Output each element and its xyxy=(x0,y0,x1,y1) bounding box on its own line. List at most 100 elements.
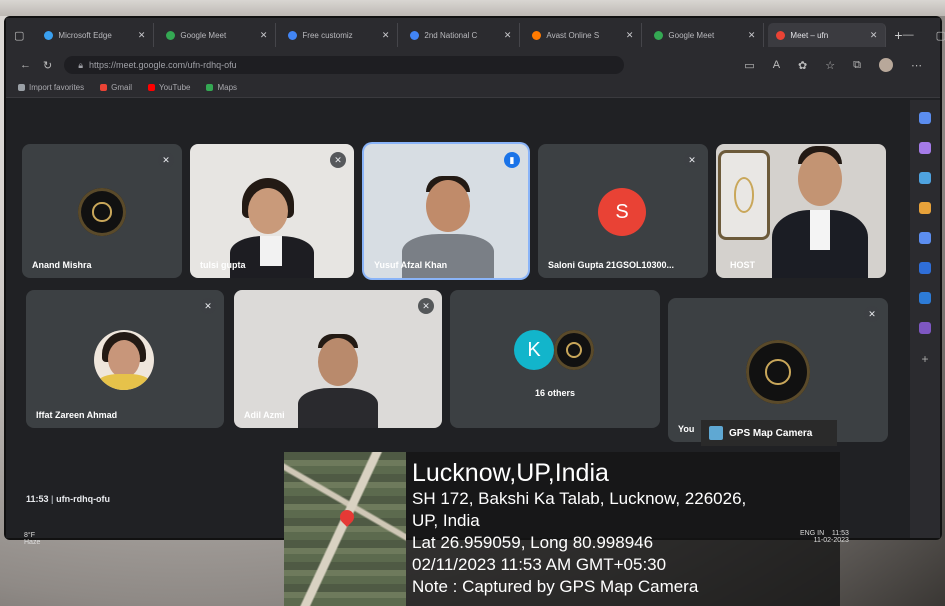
participant-name: Yusuf Afzal Khan xyxy=(374,260,448,270)
gps-camera-icon xyxy=(709,426,723,440)
tab-label: Google Meet xyxy=(668,30,715,40)
url-text: https://meet.google.com/ufn-rdhq-ofu xyxy=(89,60,237,70)
participant-name: Adil Azmi xyxy=(244,410,285,420)
new-tab-button[interactable]: + xyxy=(886,27,902,43)
participant-tile[interactable]: S ✕ Saloni Gupta 21GSOL10300... xyxy=(538,144,708,278)
participant-tile[interactable]: K 16 others xyxy=(450,290,660,428)
region-indicator: IN xyxy=(817,530,825,537)
tab-favicon-icon xyxy=(410,30,420,40)
bookmark-1[interactable]: Gmail xyxy=(100,83,132,92)
tab-4[interactable]: Avast Online S ✕ xyxy=(524,23,643,47)
bookmark-label: Gmail xyxy=(111,83,133,92)
weather-widget[interactable]: 8°F Haze xyxy=(24,532,40,546)
bookmarks-bar: Import favorites Gmail YouTube Maps xyxy=(6,78,940,98)
close-tab-icon[interactable]: ✕ xyxy=(748,30,756,41)
meeting-code[interactable]: ufn-rdhq-ofu xyxy=(56,494,110,504)
map-pin-icon xyxy=(337,507,357,527)
address-input[interactable]: 🔒︎ https://meet.google.com/ufn-rdhq-ofu xyxy=(64,56,625,74)
tab-label: 2nd National C xyxy=(424,30,478,40)
participant-name: tulsi gupta xyxy=(200,260,246,270)
outlook-icon[interactable] xyxy=(919,292,931,304)
tab-0[interactable]: Microsoft Edge ✕ xyxy=(36,23,155,47)
tab-favicon-icon xyxy=(532,30,542,40)
close-tab-icon[interactable]: ✕ xyxy=(504,30,512,41)
speaking-indicator-icon: ▮ xyxy=(504,152,520,168)
extensions-icon[interactable]: ✿ xyxy=(798,59,807,72)
avatar xyxy=(94,330,154,390)
bookmark-0[interactable]: Import favorites xyxy=(18,83,84,92)
language-indicator[interactable]: ENG xyxy=(800,530,815,537)
close-tab-icon[interactable]: ✕ xyxy=(138,30,146,41)
gps-note: Note : Captured by GPS Map Camera xyxy=(412,577,699,596)
participant-tile[interactable]: ✕ Anand Mishra xyxy=(22,144,182,278)
bookmark-icon xyxy=(148,84,156,91)
tab-favicon-icon xyxy=(654,30,664,40)
participant-tile[interactable]: ✕ Iffat Zareen Ahmad xyxy=(26,290,224,428)
refresh-icon[interactable]: ↻ xyxy=(43,59,52,72)
tab-label: Google Meet xyxy=(180,30,227,40)
participant-tile[interactable]: HOST xyxy=(716,144,886,278)
close-tab-icon[interactable]: ✕ xyxy=(382,30,390,41)
university-logo xyxy=(746,340,810,404)
mic-off-icon: ✕ xyxy=(200,298,216,314)
discover-icon[interactable] xyxy=(919,142,931,154)
participant-tile[interactable]: ✕ tulsi gupta xyxy=(190,144,354,278)
avatar: K xyxy=(514,330,554,370)
gps-address: SH 172, Bakshi Ka Talab, Lucknow, 226026… xyxy=(412,489,747,508)
university-logo xyxy=(554,330,594,370)
read-aloud-icon[interactable]: A xyxy=(773,59,780,71)
camera-icon[interactable]: ▭ xyxy=(744,59,754,72)
collections-icon[interactable]: ⧉ xyxy=(853,59,861,72)
mic-off-icon: ✕ xyxy=(158,152,174,168)
tab-favicon-icon xyxy=(44,30,54,40)
mic-off-icon: ✕ xyxy=(864,306,880,322)
avatar: S xyxy=(598,188,646,236)
close-tab-icon[interactable]: ✕ xyxy=(260,30,268,41)
tab-2[interactable]: Free customiz ✕ xyxy=(280,23,399,47)
clock-date: 11-02-2023 xyxy=(813,537,849,544)
gps-coordinates: Lat 26.959059, Long 80.998946 xyxy=(412,533,654,552)
weather-condition: Haze xyxy=(24,539,41,546)
maximize-icon[interactable]: ▢ xyxy=(936,29,945,42)
participant-tile[interactable]: ▮ Yusuf Afzal Khan xyxy=(364,144,528,278)
office-icon[interactable] xyxy=(919,262,931,274)
back-icon[interactable]: ← xyxy=(20,59,31,71)
bookmark-icon xyxy=(206,84,214,91)
favorites-icon[interactable]: ☆ xyxy=(825,59,835,72)
tab-3[interactable]: 2nd National C ✕ xyxy=(402,23,521,47)
gps-datetime: 02/11/2023 11:53 AM GMT+05:30 xyxy=(412,555,667,574)
tab-actions-icon[interactable]: ▢ xyxy=(6,29,32,42)
minimize-icon[interactable]: — xyxy=(903,29,914,42)
tab-favicon-icon xyxy=(776,30,786,40)
taskbar-tray: ENG IN 11:53 11-02-2023 xyxy=(800,530,849,544)
tab-6[interactable]: Meet – ufn ✕ xyxy=(768,23,887,47)
tab-favicon-icon xyxy=(166,30,176,40)
games-icon[interactable] xyxy=(919,232,931,244)
close-tab-icon[interactable]: ✕ xyxy=(626,30,634,41)
participant-name: Anand Mishra xyxy=(32,260,92,270)
tab-label: Avast Online S xyxy=(546,30,600,40)
bookmark-3[interactable]: Maps xyxy=(206,83,237,92)
shopping-icon[interactable] xyxy=(919,172,931,184)
video-feed xyxy=(298,334,378,428)
more-menu-icon[interactable]: ⋯ xyxy=(911,59,922,72)
video-feed xyxy=(772,146,868,278)
participant-name: Iffat Zareen Ahmad xyxy=(36,410,118,420)
bookmark-2[interactable]: YouTube xyxy=(148,83,190,92)
close-tab-icon[interactable]: ✕ xyxy=(870,30,878,41)
map-thumbnail xyxy=(284,452,406,606)
onenote-icon[interactable] xyxy=(919,322,931,334)
tab-favicon-icon xyxy=(288,30,298,40)
lock-icon: 🔒︎ xyxy=(78,59,84,70)
edge-sidebar: + xyxy=(910,100,940,538)
bookmark-icon xyxy=(100,84,108,91)
tab-1[interactable]: Google Meet ✕ xyxy=(158,23,277,47)
tools-icon[interactable] xyxy=(919,202,931,214)
university-logo xyxy=(78,188,126,236)
tab-5[interactable]: Google Meet ✕ xyxy=(646,23,765,47)
search-icon[interactable] xyxy=(919,112,931,124)
profile-avatar[interactable] xyxy=(879,58,893,72)
add-icon[interactable]: + xyxy=(921,352,928,366)
tab-label: Microsoft Edge xyxy=(58,30,112,40)
participant-tile[interactable]: ✕ Adil Azmi xyxy=(234,290,442,428)
